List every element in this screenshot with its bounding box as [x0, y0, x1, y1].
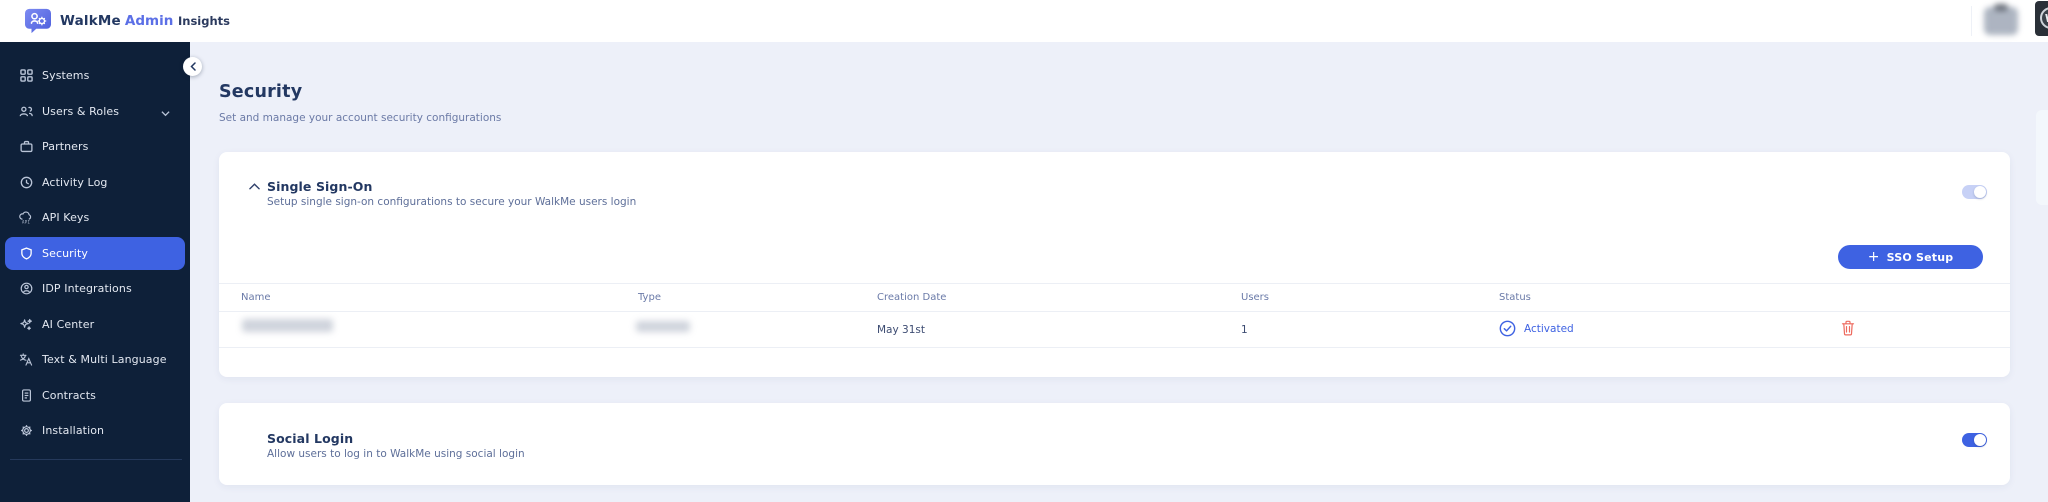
clock-icon	[19, 175, 33, 189]
cell-status: Activated	[1499, 320, 1574, 337]
sso-setup-button-label: SSO Setup	[1886, 250, 1954, 264]
sidebar-item-label: Users & Roles	[42, 104, 120, 118]
cell-users: 1	[1241, 324, 1248, 336]
user-avatar[interactable]	[1984, 4, 2018, 35]
users-icon	[19, 104, 33, 118]
api-cloud-icon: API	[19, 211, 33, 225]
redacted-type-blur	[636, 321, 690, 332]
main-content: Security Set and manage your account sec…	[190, 42, 2048, 502]
top-bar: WalkMe Admin Insights W	[0, 0, 2048, 42]
sidebar-item-installation[interactable]: Installation	[0, 413, 190, 449]
social-login-title: Social Login	[267, 431, 354, 446]
sparkles-icon	[19, 317, 33, 331]
sidebar-item-label: Activity Log	[42, 175, 108, 189]
column-header-status: Status	[1499, 292, 1531, 303]
sidebar-item-label: Security	[42, 246, 88, 260]
page-subtitle: Set and manage your account security con…	[219, 112, 502, 124]
sidebar-item-systems[interactable]: Systems	[0, 58, 190, 94]
sidebar-item-security[interactable]: Security	[5, 236, 185, 270]
corner-app-button[interactable]: W	[2035, 1, 2048, 36]
sidebar-item-contracts[interactable]: Contracts	[0, 378, 190, 414]
sidebar-item-label: IDP Integrations	[42, 282, 132, 296]
sidebar-item-users-roles[interactable]: Users & Roles	[0, 94, 190, 130]
sidebar-item-api-keys[interactable]: API API Keys	[0, 200, 190, 236]
gear-icon	[19, 424, 33, 438]
brand-suffix: Admin	[124, 13, 174, 29]
sidebar-item-activity-log[interactable]: Activity Log	[0, 165, 190, 201]
grid-icon	[19, 69, 33, 83]
walkme-admin-brand[interactable]: WalkMe Admin	[24, 0, 173, 42]
plus-icon: +	[1867, 248, 1880, 265]
column-header-users: Users	[1241, 292, 1270, 303]
shield-icon	[19, 246, 33, 260]
trash-icon	[1841, 320, 1857, 336]
sidebar-item-text-multi-language[interactable]: Text & Multi Language	[0, 342, 190, 378]
sidebar-item-label: Systems	[42, 69, 90, 83]
sidebar-item-label: API Keys	[42, 211, 90, 225]
table-header-divider	[219, 311, 2010, 312]
social-login-toggle[interactable]	[1962, 433, 1987, 447]
brand-product-name: WalkMe	[60, 13, 121, 29]
chevron-down-icon	[161, 102, 170, 121]
sidebar-nav: Systems Users & Roles Partners Activity …	[0, 42, 190, 502]
sidebar-item-label: Partners	[42, 140, 89, 154]
sso-setup-button[interactable]: + SSO Setup	[1838, 245, 1983, 269]
redacted-name-blur	[242, 319, 333, 332]
sidebar-item-label: AI Center	[42, 317, 95, 331]
sso-title: Single Sign-On	[267, 179, 373, 194]
sso-subtitle: Setup single sign-on configurations to s…	[267, 196, 637, 208]
topnav-insights[interactable]: Insights	[178, 0, 230, 42]
social-login-card: Social Login Allow users to log in to Wa…	[219, 403, 2010, 485]
sidebar-item-label: Contracts	[42, 388, 96, 402]
sidebar-item-ai-center[interactable]: AI Center	[0, 307, 190, 343]
sidebar-item-label: Installation	[42, 424, 105, 438]
cell-creation-date: May 31st	[877, 324, 925, 336]
topbar-divider	[1971, 6, 1972, 36]
sso-toggle[interactable]	[1962, 185, 1987, 199]
table-row-divider	[219, 347, 2010, 348]
translate-icon	[19, 353, 33, 367]
sidebar-item-label: Text & Multi Language	[42, 353, 167, 367]
sidebar-collapse-button[interactable]	[183, 57, 202, 76]
walkme-bubble-logo-icon	[24, 8, 52, 34]
chevron-up-icon	[248, 182, 260, 190]
delete-row-button[interactable]	[1841, 320, 1857, 337]
chevron-left-icon	[189, 62, 196, 71]
sidebar-divider	[10, 458, 182, 460]
sidebar-item-partners[interactable]: Partners	[0, 129, 190, 165]
toggle-knob	[1974, 186, 1986, 198]
document-icon	[19, 388, 33, 402]
briefcase-icon	[19, 140, 33, 154]
single-sign-on-card: Single Sign-On Setup single sign-on conf…	[219, 152, 2010, 377]
column-header-creation-date: Creation Date	[877, 292, 947, 303]
column-header-name: Name	[241, 292, 271, 303]
table-top-border	[219, 283, 2010, 284]
svg-text:API: API	[22, 219, 31, 224]
social-login-subtitle: Allow users to log in to WalkMe using so…	[267, 448, 525, 460]
person-circle-icon	[19, 282, 33, 296]
toggle-knob	[1974, 434, 1986, 446]
dark-app-emblem-icon: W	[2040, 7, 2048, 29]
walkme-admin-app: WalkMe Admin Insights W Systems	[0, 0, 2048, 502]
check-circle-icon	[1499, 320, 1516, 337]
sidebar-item-idp-integrations[interactable]: IDP Integrations	[0, 271, 190, 307]
page-title: Security	[219, 82, 303, 102]
sso-collapse-control[interactable]	[246, 179, 262, 193]
column-header-type: Type	[638, 292, 661, 303]
status-badge: Activated	[1524, 322, 1574, 335]
floating-widget-fragment[interactable]	[2036, 110, 2048, 205]
